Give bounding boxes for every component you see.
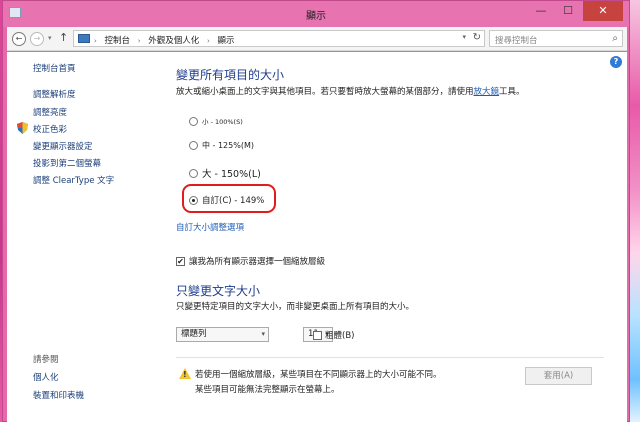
- forward-button[interactable]: →: [30, 32, 44, 46]
- sidebar-item-personalization[interactable]: 個人化: [33, 371, 59, 383]
- crumb-separator-icon: ›: [137, 37, 141, 45]
- size-option-custom[interactable]: 自訂(C) - 149%: [189, 194, 264, 206]
- breadcrumb-appearance[interactable]: 外觀及個人化: [148, 36, 199, 46]
- text-size-description: 只變更特定項目的文字大小，而非變更桌面上所有項目的大小。: [176, 302, 415, 312]
- description-text: 放大或縮小桌面上的文字與其他項目。若只要暫時放大螢幕的某個部分，請使用: [176, 87, 474, 97]
- magnifier-link[interactable]: 放大鏡: [474, 87, 500, 97]
- minimize-button[interactable]: —: [528, 1, 554, 21]
- breadcrumb: › 控制台 › 外觀及個人化 › 顯示: [94, 34, 235, 46]
- sidebar-item-project-second-screen[interactable]: 投影到第二個螢幕: [33, 157, 101, 169]
- content-pane: ? 控制台首頁 調整解析度 調整亮度 校正色彩 變更顯示器設定 投影到第二個螢幕…: [7, 52, 627, 422]
- navigation-bar: ← → ▾ ↑ › 控制台 › 外觀及個人化 › 顯示 ▾ ↻ 搜尋控制台 ⌕: [7, 27, 627, 51]
- item-type-select[interactable]: 標題列 ▾: [176, 327, 269, 342]
- display-window: 顯示 — ☐ ✕ ← → ▾ ↑ › 控制台 › 外觀及個人化 › 顯示 ▾ ↻…: [2, 0, 630, 422]
- size-option-medium[interactable]: 中 - 125%(M): [189, 140, 254, 151]
- sidebar-item-devices-printers[interactable]: 裝置和印表機: [33, 389, 84, 401]
- scale-all-displays-checkbox[interactable]: ✔: [176, 256, 185, 266]
- page-title: 變更所有項目的大小: [176, 68, 285, 82]
- size-option-small[interactable]: 小 - 100%(S): [189, 116, 243, 126]
- address-bar[interactable]: › 控制台 › 外觀及個人化 › 顯示 ▾ ↻: [73, 30, 485, 47]
- radio-custom[interactable]: [189, 195, 198, 205]
- description-suffix: 工具。: [499, 87, 525, 97]
- search-input[interactable]: 搜尋控制台 ⌕: [489, 30, 623, 47]
- back-button[interactable]: ←: [12, 32, 26, 46]
- sidebar-item-cleartype[interactable]: 調整 ClearType 文字: [33, 174, 114, 186]
- search-placeholder: 搜尋控制台: [495, 36, 538, 46]
- custom-sizing-options-link[interactable]: 自訂大小調整選項: [176, 221, 244, 233]
- size-option-medium-label: 中 - 125%(M): [202, 141, 254, 150]
- bold-label: 粗體(B): [325, 331, 355, 341]
- up-level-button[interactable]: ↑: [59, 31, 68, 44]
- size-option-small-label: 小 - 100%(S): [202, 118, 243, 126]
- warning-text: 若使用一個縮放層級，某些項目在不同顯示器上的大小可能不同。: [195, 370, 442, 380]
- sidebar-item-adjust-resolution[interactable]: 調整解析度: [33, 88, 76, 100]
- see-also-header: 請參閱: [33, 355, 59, 365]
- radio-medium[interactable]: [189, 141, 198, 150]
- sidebar-item-change-display-settings[interactable]: 變更顯示器設定: [33, 140, 93, 152]
- crumb-separator-icon: ›: [94, 37, 97, 45]
- sidebar-item-calibrate-color[interactable]: 校正色彩: [33, 123, 67, 135]
- control-panel-icon: [78, 34, 90, 43]
- radio-small[interactable]: [189, 116, 198, 126]
- breadcrumb-control-panel[interactable]: 控制台: [105, 36, 131, 46]
- shield-icon: [17, 122, 28, 134]
- search-icon[interactable]: ⌕: [612, 33, 618, 44]
- page-description: 放大或縮小桌面上的文字與其他項目。若只要暫時放大螢幕的某個部分，請使用放大鏡工具…: [176, 85, 525, 97]
- sidebar-item-adjust-brightness[interactable]: 調整亮度: [33, 106, 67, 118]
- size-option-custom-label: 自訂(C) - 149%: [202, 196, 265, 206]
- warning-text-secondary: 某些項目可能無法完整顯示在螢幕上。: [195, 385, 340, 395]
- sidebar: 控制台首頁 調整解析度 調整亮度 校正色彩 變更顯示器設定 投影到第二個螢幕 調…: [7, 52, 157, 422]
- size-option-large[interactable]: 大 - 150%(L): [189, 166, 261, 180]
- scale-all-displays-option[interactable]: ✔ 讓我為所有顯示器選擇一個縮放層級: [176, 255, 325, 267]
- size-option-large-label: 大 - 150%(L): [202, 169, 261, 180]
- warning-icon-mark: !: [183, 370, 187, 379]
- crumb-separator-icon: ›: [206, 37, 210, 45]
- main-panel: 變更所有項目的大小 放大或縮小桌面上的文字與其他項目。若只要暫時放大螢幕的某個部…: [176, 52, 616, 422]
- bold-option[interactable]: 粗體(B): [313, 329, 354, 341]
- close-button[interactable]: ✕: [583, 1, 623, 21]
- title-bar[interactable]: 顯示 — ☐ ✕: [3, 1, 629, 27]
- bold-checkbox[interactable]: [313, 330, 322, 340]
- recent-locations-dropdown-icon[interactable]: ▾: [48, 34, 52, 42]
- breadcrumb-display[interactable]: 顯示: [217, 36, 234, 46]
- chevron-down-icon: ▾: [261, 330, 265, 338]
- address-dropdown-icon[interactable]: ▾: [462, 33, 466, 41]
- sidebar-item-control-panel-home[interactable]: 控制台首頁: [33, 62, 76, 74]
- item-type-value: 標題列: [181, 329, 207, 339]
- maximize-button[interactable]: ☐: [555, 1, 581, 21]
- divider: [176, 357, 604, 358]
- refresh-icon[interactable]: ↻: [473, 32, 481, 43]
- scale-all-displays-label: 讓我為所有顯示器選擇一個縮放層級: [189, 257, 326, 267]
- text-size-heading: 只變更文字大小: [176, 284, 261, 298]
- radio-large[interactable]: [189, 168, 198, 178]
- apply-button[interactable]: 套用(A): [525, 367, 592, 385]
